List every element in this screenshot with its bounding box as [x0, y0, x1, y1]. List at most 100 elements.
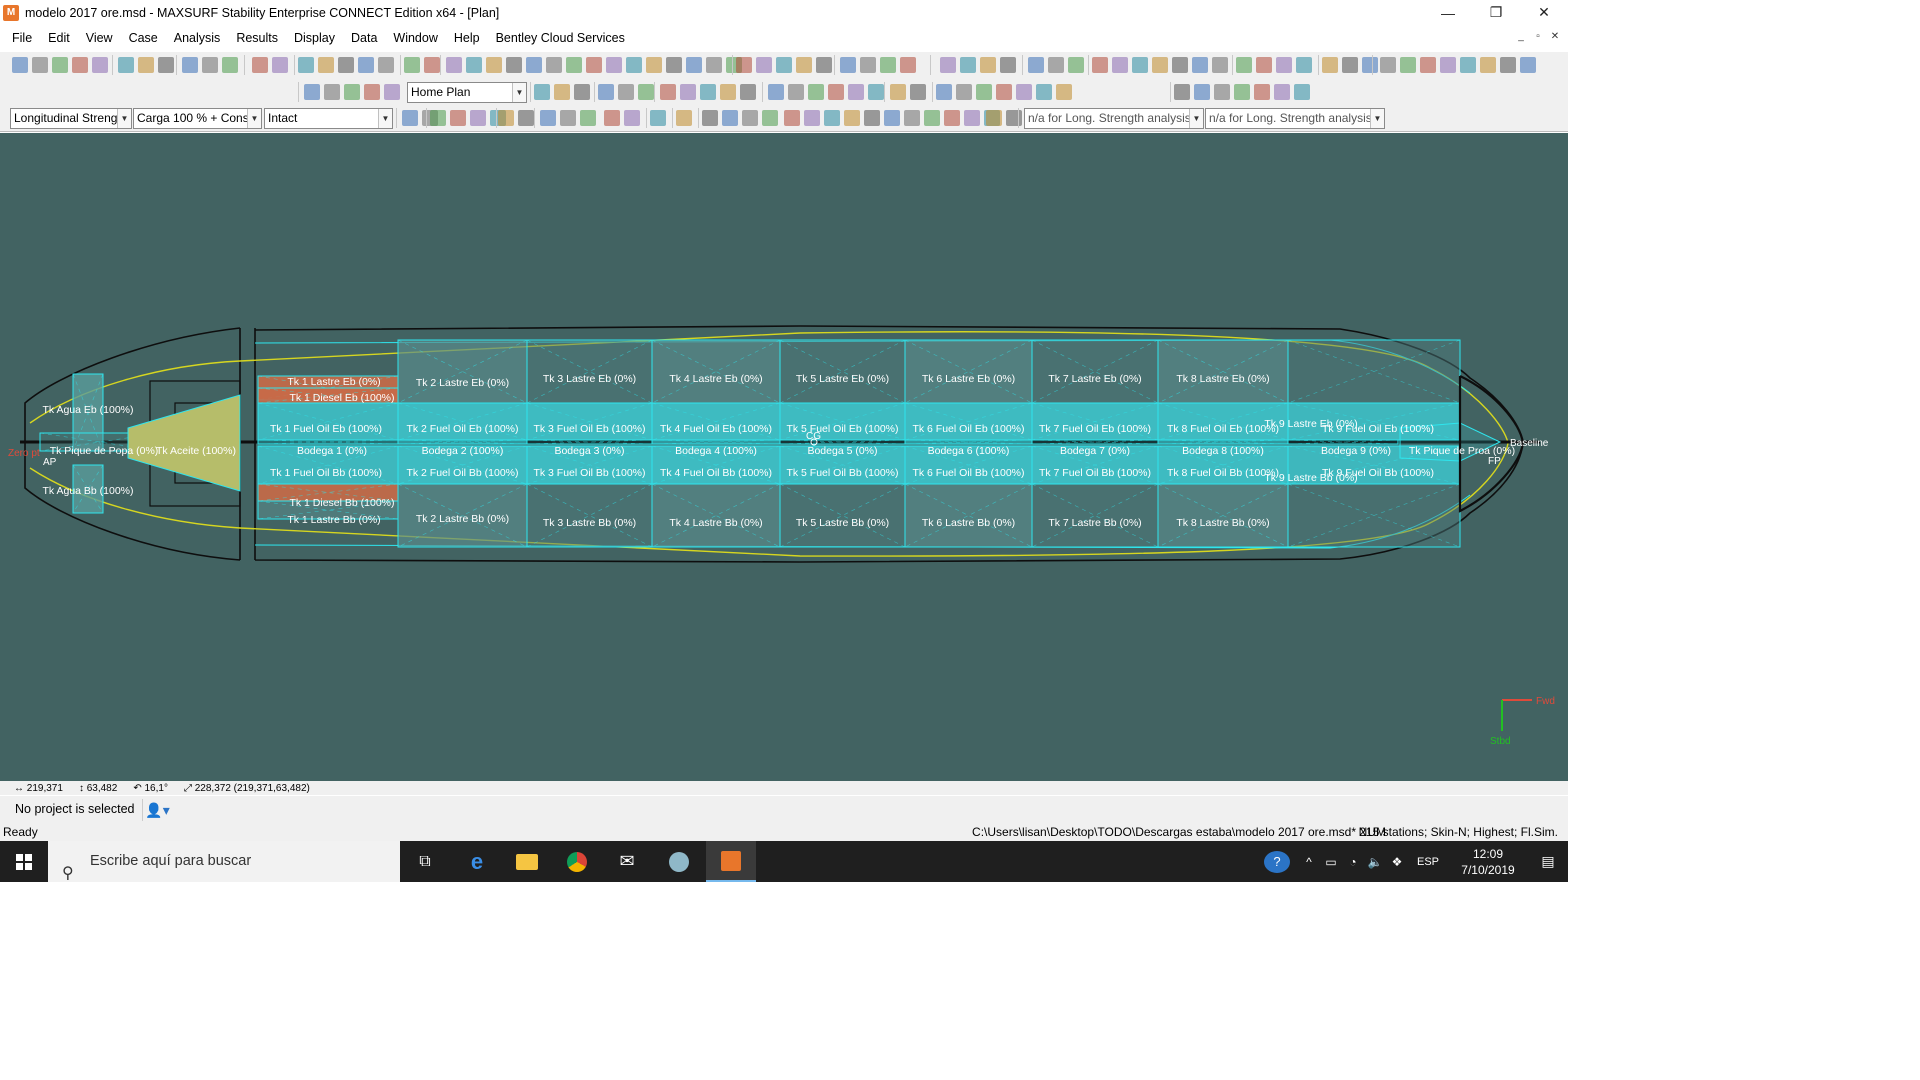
toolbar-tool-icon[interactable] [540, 110, 556, 126]
toolbar-tool-icon[interactable] [1420, 57, 1436, 73]
menu-window[interactable]: Window [385, 27, 445, 49]
tank-bodega-1-0[interactable] [257, 439, 399, 445]
taskbar-file-explorer[interactable] [502, 841, 552, 882]
toolbar-tool-icon[interactable] [1460, 57, 1476, 73]
toolbar-tool-icon[interactable] [844, 110, 860, 126]
toolbar-tool-icon[interactable] [1212, 57, 1228, 73]
toolbar-tool-icon[interactable] [976, 84, 992, 100]
toolbar-tool-icon[interactable] [1322, 57, 1338, 73]
toolbar-tool-icon[interactable] [560, 110, 576, 126]
taskbar-search-box[interactable]: ⚲ Escribe aquí para buscar [48, 841, 400, 882]
toolbar-tool-icon[interactable] [1132, 57, 1148, 73]
help-icon[interactable]: ? [1264, 850, 1290, 873]
toolbar-tool-icon[interactable] [402, 110, 418, 126]
project-user-button[interactable]: 👤▾ [142, 799, 172, 821]
toolbar-tool-icon[interactable] [586, 57, 602, 73]
taskbar-maxsurf[interactable] [706, 841, 756, 882]
tank-tk-aceite-100[interactable] [127, 394, 241, 492]
toolbar-tool-icon[interactable] [498, 110, 514, 126]
toolbar-tool-icon[interactable] [720, 84, 736, 100]
toolbar-tool-icon[interactable] [940, 57, 956, 73]
long-strength-combo-1[interactable]: n/a for Long. Strength analysis ▼ [1024, 108, 1204, 129]
toolbar-tool-icon[interactable] [1006, 110, 1022, 126]
toolbar-tool-icon[interactable] [298, 57, 314, 73]
toolbar-tool-icon[interactable] [848, 84, 864, 100]
toolbar-tool-icon[interactable] [722, 110, 738, 126]
toolbar-tool-icon[interactable] [904, 110, 920, 126]
toolbar-tool-icon[interactable] [924, 110, 940, 126]
toolbar-tool-icon[interactable] [32, 57, 48, 73]
toolbar-tool-icon[interactable] [796, 57, 812, 73]
toolbar-tool-icon[interactable] [52, 57, 68, 73]
toolbar-tool-icon[interactable] [1152, 57, 1168, 73]
network-icon[interactable]: ◔ [1342, 855, 1364, 869]
notifications-icon[interactable]: ▤ [1528, 853, 1568, 870]
toolbar-tool-icon[interactable] [900, 57, 916, 73]
toolbar-tool-icon[interactable] [1092, 57, 1108, 73]
toolbar-tool-icon[interactable] [890, 84, 906, 100]
toolbar-tool-icon[interactable] [880, 57, 896, 73]
menu-display[interactable]: Display [286, 27, 343, 49]
toolbar-tool-icon[interactable] [776, 57, 792, 73]
menu-help[interactable]: Help [446, 27, 488, 49]
chevron-up-icon[interactable]: ^ [1298, 855, 1320, 869]
toolbar-tool-icon[interactable] [1274, 84, 1290, 100]
toolbar-tool-icon[interactable] [526, 57, 542, 73]
toolbar-tool-icon[interactable] [1192, 57, 1208, 73]
toolbar-tool-icon[interactable] [788, 84, 804, 100]
toolbar-tool-icon[interactable] [304, 84, 320, 100]
toolbar-tool-icon[interactable] [840, 57, 856, 73]
toolbar-tool-icon[interactable] [338, 57, 354, 73]
toolbar-tool-icon[interactable] [680, 84, 696, 100]
toolbar-tool-icon[interactable] [824, 110, 840, 126]
toolbar-tool-icon[interactable] [518, 110, 534, 126]
toolbar-tool-icon[interactable] [1342, 57, 1358, 73]
toolbar-tool-icon[interactable] [318, 57, 334, 73]
toolbar-tool-icon[interactable] [1028, 57, 1044, 73]
toolbar-tool-icon[interactable] [324, 84, 340, 100]
toolbar-tool-icon[interactable] [1048, 57, 1064, 73]
toolbar-tool-icon[interactable] [546, 57, 562, 73]
toolbar-tool-icon[interactable] [1056, 84, 1072, 100]
toolbar-tool-icon[interactable] [606, 57, 622, 73]
plan-view[interactable]: Tk Agua Eb (100%) Tk Agua Bb (100%) Tk Piq… [0, 133, 1568, 781]
toolbar-tool-icon[interactable] [92, 57, 108, 73]
menu-file[interactable]: File [4, 27, 40, 49]
toolbar-tool-icon[interactable] [182, 57, 198, 73]
toolbar-tool-icon[interactable] [72, 57, 88, 73]
toolbar-tool-icon[interactable] [666, 57, 682, 73]
mdi-close-icon[interactable]: ✕ [1548, 30, 1562, 44]
clock[interactable]: 12:09 7/10/2019 [1448, 846, 1528, 878]
toolbar-tool-icon[interactable] [604, 110, 620, 126]
menu-case[interactable]: Case [121, 27, 166, 49]
taskbar-chrome[interactable] [552, 841, 602, 882]
toolbar-tool-icon[interactable] [534, 84, 550, 100]
volume-icon[interactable]: 🔈 [1364, 855, 1386, 869]
toolbar-tool-icon[interactable] [1036, 84, 1052, 100]
toolbar-tool-icon[interactable] [384, 84, 400, 100]
tank-tk-3-lastre-bb-0[interactable] [526, 483, 653, 548]
toolbar-tool-icon[interactable] [358, 57, 374, 73]
toolbar-tool-icon[interactable] [762, 110, 778, 126]
toolbar-tool-icon[interactable] [1480, 57, 1496, 73]
tank-tk-7-lastre-eb-0[interactable] [1031, 339, 1159, 404]
toolbar-tool-icon[interactable] [430, 110, 446, 126]
toolbar-tool-icon[interactable] [118, 57, 134, 73]
toolbar-tool-icon[interactable] [202, 57, 218, 73]
battery-icon[interactable]: ▭ [1320, 855, 1342, 869]
toolbar-tool-icon[interactable] [740, 84, 756, 100]
toolbar-tool-icon[interactable] [1296, 57, 1312, 73]
toolbar-tool-icon[interactable] [1194, 84, 1210, 100]
toolbar-tool-icon[interactable] [554, 84, 570, 100]
toolbar-tool-icon[interactable] [566, 57, 582, 73]
toolbar-tool-icon[interactable] [956, 84, 972, 100]
taskbar-app[interactable] [654, 841, 704, 882]
toolbar-tool-icon[interactable] [960, 57, 976, 73]
toolbar-tool-icon[interactable] [1256, 57, 1272, 73]
toolbar-tool-icon[interactable] [1440, 57, 1456, 73]
taskbar-mail[interactable]: ✉ [602, 841, 652, 882]
menu-edit[interactable]: Edit [40, 27, 78, 49]
taskbar-edge[interactable]: e [452, 841, 502, 882]
toolbar-tool-icon[interactable] [252, 57, 268, 73]
toolbar-tool-icon[interactable] [364, 84, 380, 100]
